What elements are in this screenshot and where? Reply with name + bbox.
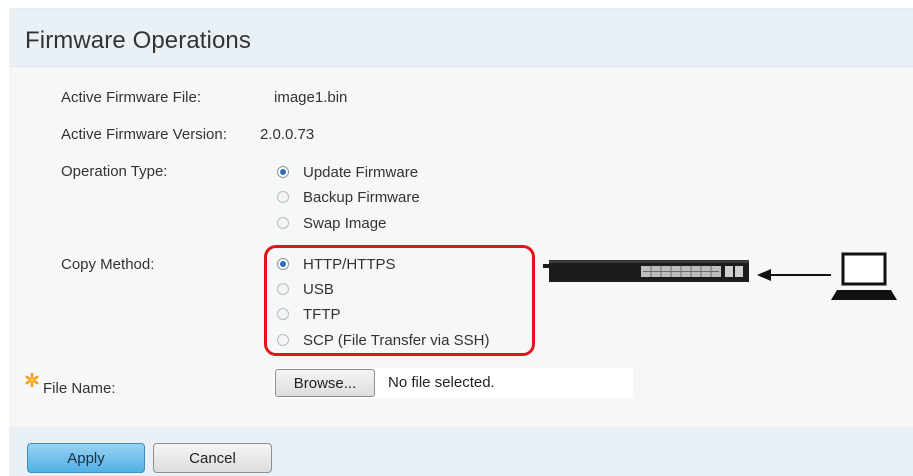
required-star-icon <box>25 372 39 388</box>
radio-label: TFTP <box>303 305 341 323</box>
radio-update-firmware[interactable]: Update Firmware <box>277 162 418 182</box>
radio-selected-icon <box>277 258 289 270</box>
radio-label: SCP (File Transfer via SSH) <box>303 331 490 349</box>
radio-tftp[interactable]: TFTP <box>277 304 341 324</box>
radio-http-https[interactable]: HTTP/HTTPS <box>277 254 396 274</box>
arrow-left-icon <box>757 269 831 281</box>
file-name-input[interactable]: Browse... No file selected. <box>274 368 633 398</box>
copy-method-label: Copy Method: <box>61 256 155 273</box>
network-switch-icon <box>543 260 749 282</box>
radio-label: Swap Image <box>303 214 387 232</box>
cancel-button[interactable]: Cancel <box>153 443 272 473</box>
browse-button[interactable]: Browse... <box>275 369 375 397</box>
radio-label: Backup Firmware <box>303 188 420 206</box>
radio-label: HTTP/HTTPS <box>303 255 396 273</box>
radio-unselected-icon <box>277 283 289 295</box>
radio-unselected-icon <box>277 308 289 320</box>
radio-label: USB <box>303 280 334 298</box>
active-file-value: image1.bin <box>274 89 348 106</box>
radio-label: Update Firmware <box>303 163 419 181</box>
connection-diagram <box>543 252 897 300</box>
operation-type-label: Operation Type: <box>61 163 168 180</box>
active-version-label: Active Firmware Version: <box>61 126 227 143</box>
active-file-label: Active Firmware File: <box>61 89 202 106</box>
radio-scp[interactable]: SCP (File Transfer via SSH) <box>277 330 489 350</box>
radio-swap-image[interactable]: Swap Image <box>277 213 386 233</box>
active-version-value: 2.0.0.73 <box>260 126 315 143</box>
radio-selected-icon <box>277 166 289 178</box>
radio-unselected-icon <box>277 217 289 229</box>
laptop-icon <box>831 252 897 300</box>
file-status-text: No file selected. <box>388 374 495 391</box>
radio-unselected-icon <box>277 191 289 203</box>
radio-usb[interactable]: USB <box>277 279 334 299</box>
radio-backup-firmware[interactable]: Backup Firmware <box>277 187 420 207</box>
file-name-label: File Name: <box>43 380 116 397</box>
page-title: Firmware Operations <box>25 27 251 54</box>
apply-button[interactable]: Apply <box>27 443 145 473</box>
page-header: Firmware Operations <box>9 8 913 67</box>
radio-unselected-icon <box>277 334 289 346</box>
